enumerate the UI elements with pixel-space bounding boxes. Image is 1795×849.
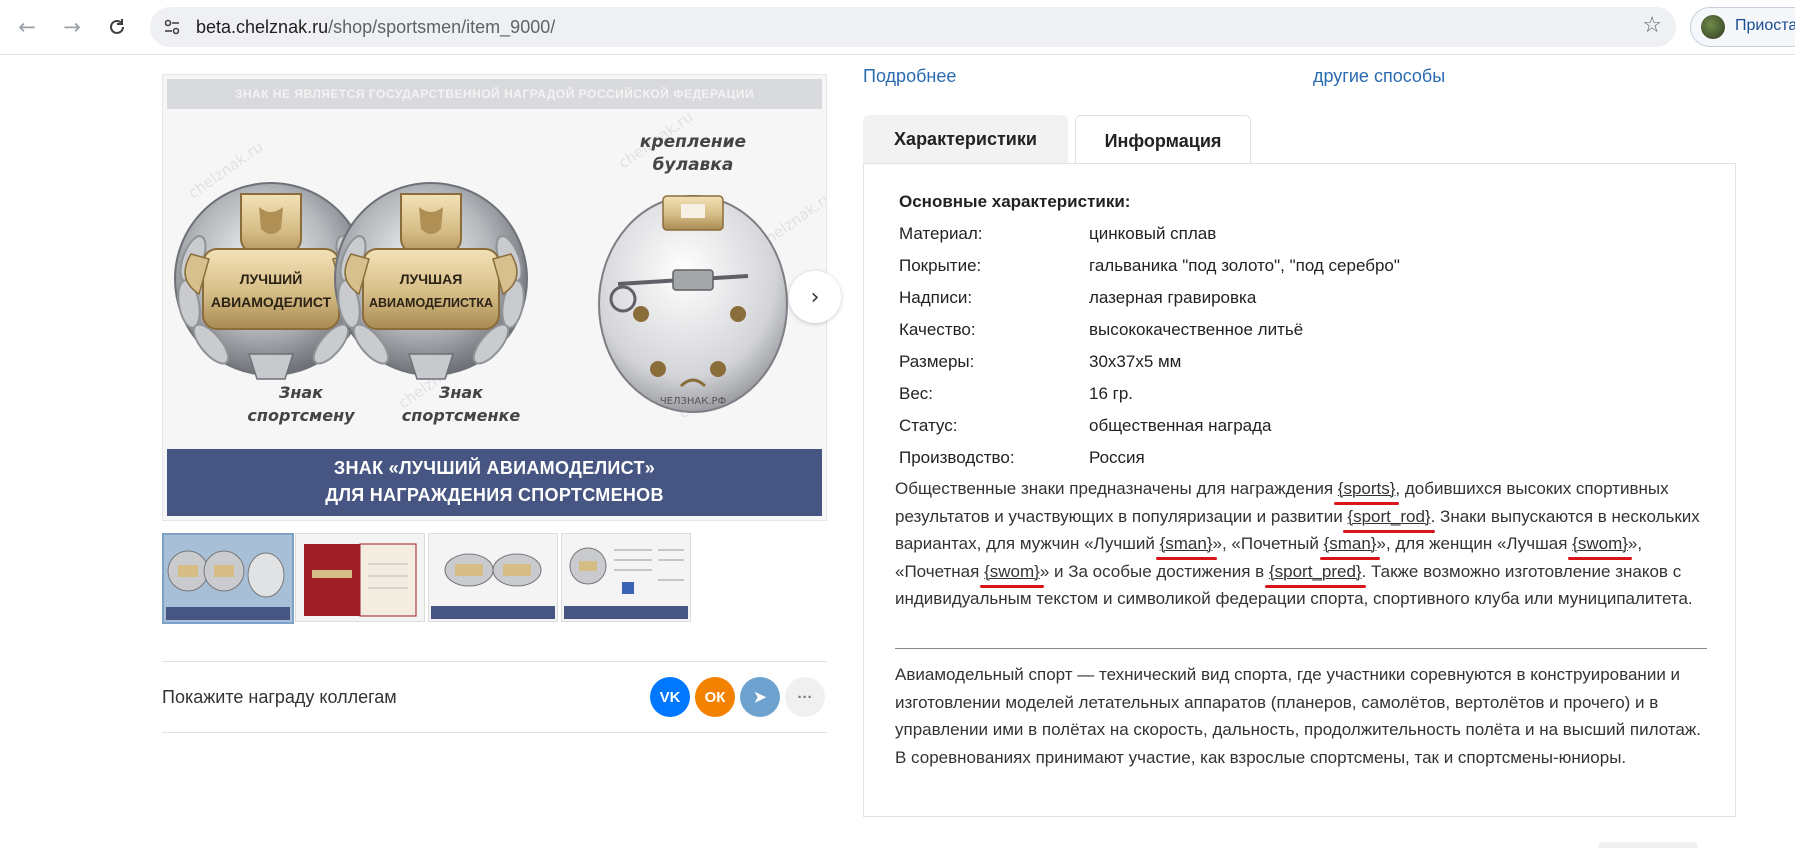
share-vk-button[interactable]: VK <box>650 677 690 717</box>
placeholder-swom: {swom} <box>1572 534 1628 553</box>
tab-information[interactable]: Информация <box>1075 115 1251 166</box>
information-panel: Основные характеристики: Материал: цинко… <box>863 163 1736 817</box>
odnoklassniki-icon: ОК <box>704 688 726 706</box>
spec-value-inscriptions: лазерная гравировка <box>1089 288 1257 307</box>
scroll-to-top-hint[interactable] <box>1598 842 1698 848</box>
spec-value-coating: гальваника "под золото", "под серебро" <box>1089 256 1400 275</box>
share-divider-top <box>162 661 827 662</box>
placeholder-sman: {sman} <box>1159 534 1213 553</box>
caption-women: Знак спортсменке <box>391 381 531 427</box>
gallery-footer-banner: ЗНАК «ЛУЧШИЙ АВИАМОДЕЛИСТ» ДЛЯ НАГРАЖДЕН… <box>167 449 822 516</box>
placeholder-sport-rod: {sport_rod} <box>1347 506 1431 526</box>
thumbnail-3[interactable] <box>428 533 558 622</box>
spec-value-weight: 16 гр. <box>1089 384 1134 403</box>
browser-toolbar: ← → beta.chelznak.ru/shop/sportsmen/item… <box>0 0 1795 55</box>
site-info-icon[interactable] <box>158 13 186 41</box>
svg-text:АВИАМОДЕЛИСТКА: АВИАМОДЕЛИСТКА <box>369 296 493 310</box>
desc-part: », «Почетный <box>1212 534 1324 553</box>
svg-text:ЛУЧШИЙ: ЛУЧШИЙ <box>240 270 303 287</box>
desc-part: », для женщин «Лучшая <box>1376 534 1573 553</box>
spec-value-size: 30х37х5 мм <box>1089 352 1182 371</box>
badge-back-pin: ЧЕЛЗНАК.РФ <box>598 195 788 413</box>
desc-part: » и За особые достижения в <box>1039 561 1269 581</box>
placeholder-sports: {sports} <box>1337 479 1396 498</box>
spec-label-size: Размеры: <box>899 352 975 371</box>
pin-mark: ЧЕЛЗНАК.РФ <box>660 396 727 407</box>
telegram-icon: ➤ <box>753 689 767 706</box>
profile-name: Приостан <box>1735 17 1795 34</box>
footer-line1: ЗНАК «ЛУЧШИЙ АВИАМОДЕЛИСТ» <box>333 458 656 478</box>
thumbnail-badges-angled-image <box>431 553 555 619</box>
spec-label-material: Материал: <box>899 224 983 243</box>
more-dots-icon: ··· <box>797 688 813 706</box>
caption-women-line1: Знак <box>438 383 484 402</box>
caption-pin-line2: булавка <box>652 155 734 175</box>
thumbnail-badges-image <box>166 550 290 620</box>
bookmark-star-icon[interactable]: ☆ <box>1642 13 1662 38</box>
spec-value-material: цинковый сплав <box>1089 224 1217 243</box>
back-icon[interactable]: ← <box>9 9 45 45</box>
specs-title: Основные характеристики: <box>899 192 1131 211</box>
spec-value-quality: высококачественное литьё <box>1089 320 1304 339</box>
spec-label-coating: Покрытие: <box>899 256 982 275</box>
footer-line2: ДЛЯ НАГРАЖДЕНИЯ СПОРТСМЕНОВ <box>325 485 664 505</box>
share-ok-button[interactable]: ОК <box>695 677 735 717</box>
caption-men-line1: Знак <box>278 383 324 402</box>
share-label: Покажите награду коллегам <box>162 687 397 707</box>
url-host: beta.chelznak.ru <box>196 17 329 37</box>
spec-label-status: Статус: <box>899 416 958 435</box>
share-more-button[interactable]: ··· <box>785 677 825 717</box>
thumbnail-info-image <box>564 547 688 619</box>
desc-part: Общественные знаки предназначены для наг… <box>895 479 1338 498</box>
thumbnail-4[interactable] <box>561 533 691 622</box>
share-telegram-button[interactable]: ➤ <box>740 677 780 717</box>
sport-about-text: Авиамодельный спорт — технический вид сп… <box>895 665 1701 767</box>
more-link[interactable]: Подробнее <box>863 66 956 87</box>
profile-button[interactable]: Приостан <box>1690 7 1795 47</box>
spec-label-quality: Качество: <box>899 320 976 339</box>
description-text: Общественные знаки предназначены для наг… <box>895 475 1715 613</box>
share-divider-bottom <box>162 732 827 733</box>
placeholder-sman: {sman} <box>1323 534 1377 553</box>
avatar <box>1701 15 1725 39</box>
spec-label-inscriptions: Надписи: <box>899 288 973 307</box>
caption-men: Знак спортсмену <box>231 381 371 427</box>
spec-value-production: Россия <box>1089 448 1145 467</box>
description-divider <box>895 648 1707 649</box>
gallery-next-button[interactable]: › <box>789 271 841 323</box>
thumbnail-1[interactable] <box>162 533 294 624</box>
placeholder-swom: {swom} <box>984 561 1040 581</box>
thumbnail-certificate-image <box>304 543 417 617</box>
svg-text:ЛУЧШАЯ: ЛУЧШАЯ <box>400 271 463 287</box>
url-text[interactable]: beta.chelznak.ru/shop/sportsmen/item_900… <box>196 17 555 38</box>
address-bar[interactable]: beta.chelznak.ru/shop/sportsmen/item_900… <box>150 7 1676 47</box>
spec-label-production: Производство: <box>899 448 1015 467</box>
badge-women: ЛУЧШАЯ АВИАМОДЕЛИСТКА <box>334 182 528 380</box>
url-path: /shop/sportsmen/item_9000/ <box>328 17 556 37</box>
spec-label-weight: Вес: <box>899 384 934 403</box>
svg-text:АВИАМОДЕЛИСТ: АВИАМОДЕЛИСТ <box>211 294 332 310</box>
caption-pin-line1: крепление <box>639 132 747 152</box>
vk-icon: VK <box>659 688 681 706</box>
other-ways-link[interactable]: другие способы <box>1313 66 1445 87</box>
product-image-gallery[interactable]: ЗНАК НЕ ЯВЛЯЕТСЯ ГОСУДАРСТВЕННОЙ НАГРАДО… <box>162 74 827 521</box>
chevron-right-icon: › <box>810 284 820 310</box>
caption-men-line2: спортсмену <box>247 406 355 425</box>
caption-pin: крепление булавка <box>613 131 773 177</box>
placeholder-sport-pred: {sport_pred} <box>1268 561 1362 581</box>
thumbnail-2[interactable] <box>295 533 425 622</box>
forward-icon[interactable]: → <box>54 9 90 45</box>
gallery-top-banner: ЗНАК НЕ ЯВЛЯЕТСЯ ГОСУДАРСТВЕННОЙ НАГРАДО… <box>167 79 822 109</box>
spec-value-status: общественная награда <box>1089 416 1272 435</box>
tab-characteristics[interactable]: Характеристики <box>863 115 1068 164</box>
reload-icon[interactable] <box>99 9 135 45</box>
caption-women-line2: спортсменке <box>401 406 521 425</box>
